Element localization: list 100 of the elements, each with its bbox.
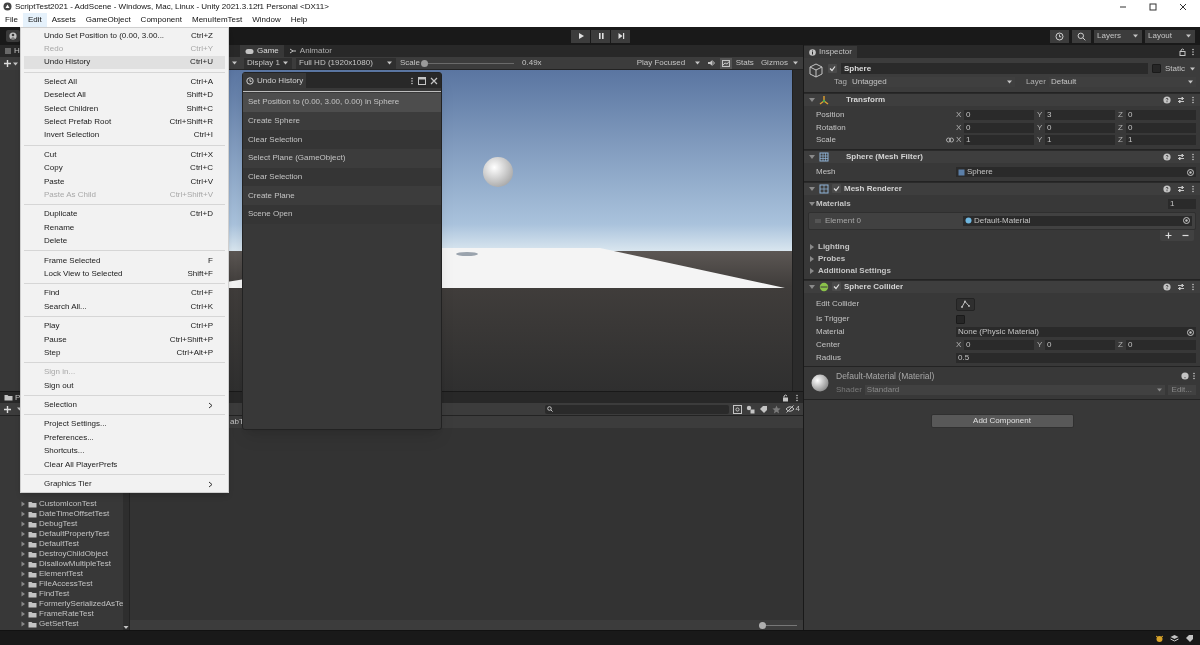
menu-item[interactable]: Step Ctrl+Alt+P <box>24 346 225 360</box>
gizmos-button[interactable]: Gizmos <box>760 59 788 67</box>
menu-item[interactable]: Preferences... <box>24 431 225 445</box>
help-icon[interactable] <box>1163 184 1171 193</box>
menu-item[interactable]: Project Settings... <box>24 417 225 432</box>
menu-item[interactable]: Lock View to Selected Shift+F <box>24 267 225 281</box>
help-icon[interactable] <box>1163 152 1171 161</box>
menu-item[interactable]: Duplicate Ctrl+D <box>24 207 225 222</box>
menu-item[interactable]: Select Children Shift+C <box>24 101 225 116</box>
menu-item[interactable]: Select All Ctrl+A <box>24 75 225 89</box>
folder-item[interactable]: DefaultPropertyTest <box>39 530 110 538</box>
sliders-icon[interactable] <box>1177 184 1185 193</box>
folder-item[interactable]: GetSetTest <box>39 620 79 628</box>
menu-item[interactable]: Graphics Tier <box>24 477 225 491</box>
folder-item[interactable]: FrameRateTest <box>39 610 94 618</box>
stack-icon[interactable] <box>1170 633 1179 643</box>
undo-item[interactable]: Clear Selection <box>243 130 441 150</box>
menu-item[interactable]: Frame Selected F <box>24 253 225 268</box>
foldout-label[interactable]: Lighting <box>818 242 850 251</box>
sliders-icon[interactable] <box>1177 282 1185 291</box>
help-icon[interactable] <box>1163 96 1171 104</box>
checkbox[interactable] <box>1152 64 1161 73</box>
menu-item[interactable]: Component <box>135 13 187 27</box>
folder-item[interactable]: DateTimeOffsetTest <box>39 510 110 518</box>
menu-item[interactable]: Clear All PlayerPrefs <box>24 457 225 472</box>
maximize-icon[interactable] <box>1149 2 1157 11</box>
menu-item[interactable]: Sign out <box>24 379 225 393</box>
foldout-label[interactable]: Additional Settings <box>818 266 891 275</box>
game-tab[interactable]: Animator <box>283 45 337 57</box>
more-icon[interactable] <box>1191 152 1195 161</box>
filter-icon[interactable] <box>732 404 742 414</box>
display-dropdown[interactable]: Display 1 <box>244 57 292 69</box>
close-icon[interactable] <box>1179 2 1187 11</box>
shapes-icon[interactable] <box>745 404 755 414</box>
number-field[interactable]: 0 <box>1126 122 1196 133</box>
number-field[interactable]: 1 <box>964 135 1034 146</box>
folder-item[interactable]: CustomIconTest <box>39 500 97 508</box>
menu-item[interactable]: Assets <box>46 13 81 27</box>
add-icon[interactable] <box>3 404 12 414</box>
number-field[interactable]: 0.5 <box>956 352 1196 363</box>
number-field[interactable]: 1 <box>1126 135 1196 146</box>
folder-item[interactable]: FormerlySerializedAsTe <box>39 600 124 608</box>
menu-item[interactable]: Undo Set Position to (0.00, 3.00... Ctrl+Z <box>24 29 225 43</box>
more-icon[interactable] <box>1191 282 1195 291</box>
menu-item[interactable]: MenuItemTest <box>186 13 248 27</box>
slider-thumb[interactable] <box>759 621 766 629</box>
number-field[interactable]: 0 <box>1126 110 1196 121</box>
stats-button[interactable]: Stats <box>735 59 754 67</box>
menu-item[interactable]: Pause Ctrl+Shift+P <box>24 332 225 347</box>
number-field[interactable]: 1 <box>1045 135 1115 146</box>
menu-item[interactable]: Selection <box>24 398 225 412</box>
edit-collider-button[interactable] <box>956 297 975 311</box>
menu-item[interactable]: Shortcuts... <box>24 444 225 458</box>
tag-dropdown[interactable]: Untagged <box>849 77 1015 87</box>
play-mode-dropdown[interactable]: Play Focused <box>634 57 703 69</box>
menu-item[interactable]: Play Ctrl+P <box>24 319 225 333</box>
more-icon[interactable] <box>410 76 414 85</box>
menu-item[interactable]: Edit <box>22 13 47 27</box>
more-icon[interactable] <box>1191 96 1195 104</box>
account-button[interactable] <box>6 30 20 42</box>
step-button[interactable] <box>611 29 630 43</box>
menu-item[interactable]: Undo History Ctrl+U <box>24 55 225 70</box>
menu-item[interactable]: Select Prefab Root Ctrl+Shift+R <box>24 115 225 129</box>
game-tab[interactable]: Game <box>240 45 284 57</box>
add-icon[interactable] <box>1165 231 1172 239</box>
zoom-slider[interactable] <box>759 621 797 629</box>
scrollbar[interactable] <box>792 70 803 391</box>
menu-item[interactable]: GameObject <box>80 13 136 27</box>
add-icon[interactable] <box>3 59 12 68</box>
star-icon[interactable] <box>771 404 781 414</box>
hierarchy-tab[interactable]: H <box>14 47 20 55</box>
more-icon[interactable] <box>795 393 799 402</box>
menu-item[interactable]: Find Ctrl+F <box>24 286 225 301</box>
folder-item[interactable]: FindTest <box>39 590 70 598</box>
pause-button[interactable] <box>591 29 610 43</box>
help-icon[interactable] <box>1163 282 1171 291</box>
folder-item[interactable]: ElementTest <box>39 570 84 578</box>
layer-dropdown[interactable]: Default <box>1048 77 1196 87</box>
undo-item[interactable]: Set Position to (0.00, 3.00, 0.00) in Sphere <box>243 93 441 112</box>
object-field[interactable]: None (Physic Material) <box>956 327 1196 338</box>
folder-item[interactable]: DestroyChildObject <box>39 550 108 558</box>
sliders-icon[interactable] <box>1177 96 1185 104</box>
foldout-label[interactable]: Probes <box>818 254 846 263</box>
number-field[interactable]: 0 <box>964 122 1034 133</box>
folder-item[interactable]: DefaultTest <box>39 540 80 548</box>
tag-icon[interactable] <box>1185 633 1194 643</box>
menu-item[interactable]: Window <box>247 13 286 27</box>
search-button[interactable] <box>1072 29 1091 43</box>
menu-item[interactable]: File <box>0 13 23 27</box>
name-field[interactable]: Sphere <box>841 63 1148 74</box>
folder-item[interactable]: DebugTest <box>39 520 78 528</box>
checkbox[interactable] <box>956 314 965 324</box>
menu-item[interactable]: Cut Ctrl+X <box>24 148 225 162</box>
sliders-icon[interactable] <box>1177 152 1185 161</box>
breadcrumb[interactable]: abT <box>230 418 244 426</box>
number-field[interactable]: 0 <box>1045 122 1115 133</box>
menu-item[interactable]: Deselect All Shift+D <box>24 88 225 102</box>
resolution-dropdown[interactable]: Full HD (1920x1080) <box>296 57 396 69</box>
undo-history-button[interactable] <box>1050 29 1069 43</box>
menu-item[interactable]: Rename <box>24 221 225 235</box>
